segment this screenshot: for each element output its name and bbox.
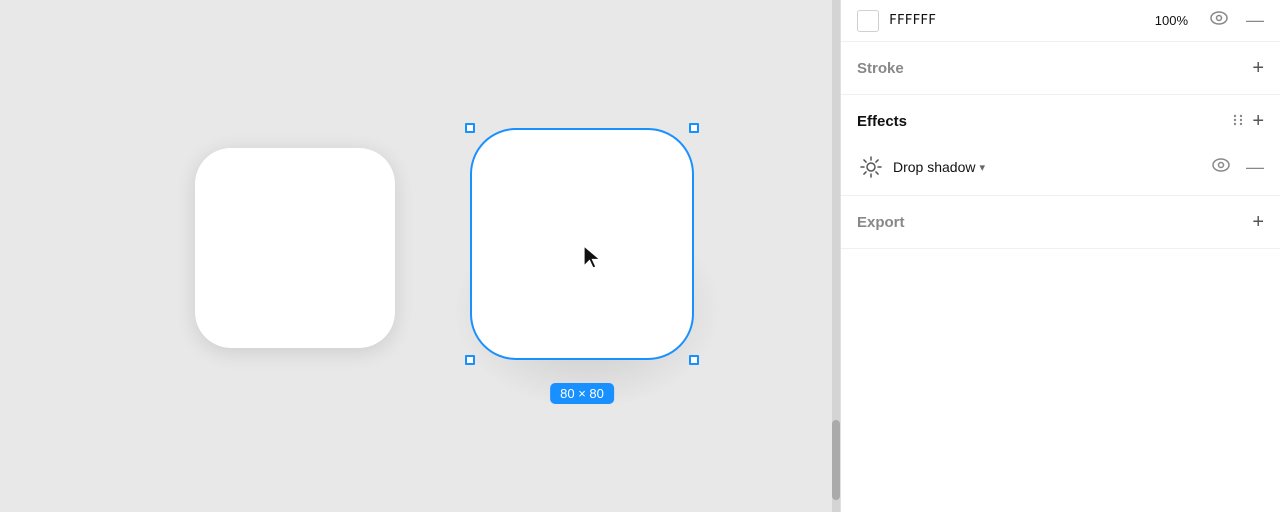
export-title: Export <box>857 214 1252 231</box>
effect-label[interactable]: Drop shadow ▾ <box>893 159 1204 175</box>
effect-row-drop-shadow: Drop shadow ▾ — <box>857 147 1264 195</box>
effect-visibility-icon[interactable] <box>1212 158 1230 177</box>
export-add-icon[interactable]: + <box>1252 211 1264 234</box>
canvas-scrollbar[interactable] <box>832 0 840 512</box>
shape-right[interactable]: 80 × 80 <box>472 130 692 358</box>
effects-add-icon[interactable]: + <box>1252 110 1264 133</box>
effect-remove-icon[interactable]: — <box>1246 157 1264 178</box>
handle-bottom-right[interactable] <box>689 355 699 365</box>
export-section-header[interactable]: Export + <box>857 196 1264 248</box>
export-section: Export + <box>841 196 1280 249</box>
effects-section: Effects + <box>841 95 1280 196</box>
fill-visibility-icon[interactable] <box>1210 11 1228 30</box>
stroke-section: Stroke + <box>841 42 1280 95</box>
effects-grip-icon <box>1232 113 1244 130</box>
dimension-label: 80 × 80 <box>550 383 614 404</box>
drop-shadow-effect-icon <box>857 153 885 181</box>
canvas-scrollbar-thumb[interactable] <box>832 420 840 500</box>
fill-color-swatch[interactable] <box>857 10 879 32</box>
right-panel: FFFFFF 100% — Stroke + Effects <box>840 0 1280 512</box>
fill-remove-icon[interactable]: — <box>1246 10 1264 31</box>
stroke-add-icon[interactable]: + <box>1252 57 1264 80</box>
shape-left[interactable] <box>195 148 395 348</box>
shape-right-wrapper[interactable]: 80 × 80 <box>472 130 692 358</box>
handle-bottom-left[interactable] <box>465 355 475 365</box>
stroke-title: Stroke <box>857 60 1252 77</box>
effects-title: Effects <box>857 113 1232 130</box>
stroke-section-header[interactable]: Stroke + <box>857 42 1264 94</box>
fill-opacity-value: 100% <box>1155 13 1188 28</box>
effect-type-label: Drop shadow <box>893 159 976 175</box>
handle-top-left[interactable] <box>465 123 475 133</box>
effects-section-header[interactable]: Effects + <box>857 95 1264 147</box>
fill-row: FFFFFF 100% — <box>841 0 1280 42</box>
effect-dropdown-chevron[interactable]: ▾ <box>980 161 986 174</box>
fill-hex-value: FFFFFF <box>889 13 1145 28</box>
canvas: 80 × 80 <box>0 0 840 512</box>
handle-top-right[interactable] <box>689 123 699 133</box>
